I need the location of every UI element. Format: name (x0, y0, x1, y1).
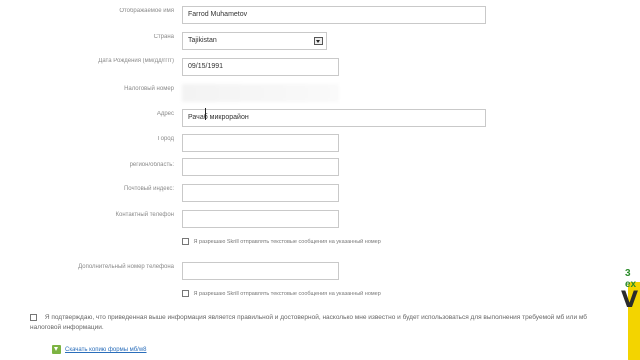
zip-input[interactable] (182, 184, 339, 202)
phone-sms-checkbox[interactable] (182, 238, 189, 245)
fullname-label: Отображаемое имя (119, 8, 174, 14)
logo-letter: V (621, 288, 639, 313)
birthdate-label: Дата Рождения (мм/дд/гггг) (98, 58, 174, 64)
address-label: Адрес (156, 111, 174, 117)
phone-label: Контактный телефон (115, 212, 175, 218)
region-input[interactable] (182, 158, 339, 176)
alt-phone-sms-option[interactable]: Я разрешаю Skrill отправлять текстовые с… (182, 290, 381, 297)
brand-logo: 3 ex V (620, 266, 640, 360)
country-select-value: Tajikistan (188, 37, 217, 44)
city-label: Город (157, 136, 174, 142)
region-label: регион/область: (129, 162, 174, 168)
birthdate-input[interactable]: 09/15/1991 (182, 58, 339, 76)
country-label: Страна (153, 34, 174, 40)
phone-sms-option[interactable]: Я разрешаю Skrill отправлять текстовые с… (182, 238, 381, 245)
tax-number-input[interactable] (182, 84, 339, 102)
fullname-input[interactable]: Farrod Muhametov (182, 6, 486, 24)
country-select[interactable]: Tajikistan (182, 32, 327, 50)
phone-input[interactable] (182, 210, 339, 228)
tax-number-label: Налоговый номер (124, 86, 174, 92)
download-form-link[interactable]: Скачать копию формы мб/w8 (65, 347, 147, 353)
alt-phone-sms-text: Я разрешаю Skrill отправлять текстовые с… (193, 290, 381, 297)
confirm-checkbox[interactable] (30, 313, 37, 321)
chevron-down-icon[interactable] (314, 37, 323, 45)
confirmation-statement[interactable]: Я подтверждаю, что приведенная выше инфо… (30, 313, 610, 333)
logo-top-text: 3 ex (625, 268, 637, 290)
alt-phone-input[interactable] (182, 262, 339, 280)
city-input[interactable] (182, 134, 339, 152)
text-cursor-icon (205, 108, 206, 120)
alt-phone-sms-checkbox[interactable] (182, 290, 189, 297)
phone-sms-text: Я разрешаю Skrill отправлять текстовые с… (193, 238, 381, 245)
zip-label: Почтовый индекс: (123, 186, 174, 192)
confirmation-text: Я подтверждаю, что приведенная выше инфо… (30, 314, 588, 331)
download-icon[interactable] (52, 345, 61, 354)
alt-phone-label: Дополнительный номер телефона (78, 264, 174, 270)
address-input[interactable]: Рачаб микрорайон (182, 109, 486, 127)
